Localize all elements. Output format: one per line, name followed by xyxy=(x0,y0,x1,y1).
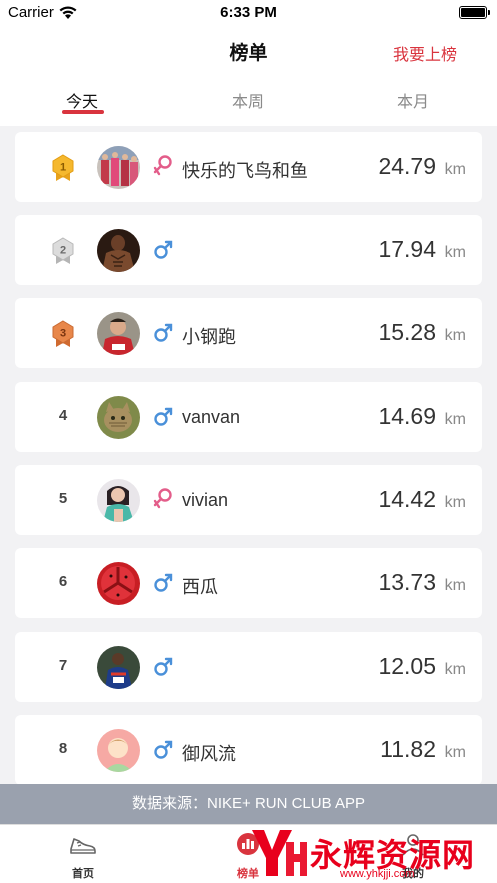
distance-value: 17.94 xyxy=(378,236,436,262)
female-icon xyxy=(153,155,172,176)
male-icon xyxy=(154,740,173,759)
male-icon xyxy=(154,407,173,426)
avatar[interactable] xyxy=(97,646,140,689)
join-leaderboard-button[interactable]: 我要上榜 xyxy=(393,41,457,65)
female-icon xyxy=(153,488,172,509)
avatar[interactable] xyxy=(97,729,140,772)
distance-unit: km xyxy=(444,744,466,761)
rank-number: 7 xyxy=(58,657,68,674)
distance-unit: km xyxy=(444,577,466,594)
distance-unit: km xyxy=(444,494,466,511)
runner-name: 西瓜 xyxy=(182,577,218,597)
avatar[interactable] xyxy=(97,229,140,272)
leaderboard-row[interactable]: 8 御风流 11.82 km xyxy=(15,715,482,784)
distance-unit: km xyxy=(444,327,466,344)
male-icon xyxy=(154,573,173,592)
bronze-medal-icon: 3 xyxy=(52,320,74,347)
runner-name: vivian xyxy=(182,490,229,510)
leaderboard-row[interactable]: 4 vanvan 14.69 km xyxy=(15,382,482,452)
leaderboard-row[interactable]: 5 vivian 14.42 km xyxy=(15,465,482,535)
runner-name: vanvan xyxy=(182,407,241,427)
watermark: 永辉资源网 www.yhkjji.com xyxy=(230,824,497,883)
battery-icon xyxy=(459,6,490,19)
tabbar-item-home[interactable]: 首页 xyxy=(43,831,123,881)
avatar[interactable] xyxy=(97,479,140,522)
rank-number: 2 xyxy=(60,245,66,257)
runner-name: 御风流 xyxy=(182,744,236,764)
active-tab-indicator xyxy=(62,110,104,114)
rank-number: 4 xyxy=(58,407,68,424)
avatar[interactable] xyxy=(97,312,140,355)
silver-medal-icon: 2 xyxy=(52,237,74,264)
shoe-icon xyxy=(70,838,96,854)
distance-value: 24.79 xyxy=(378,153,436,179)
period-tabs: 今天 本周 本月 xyxy=(0,72,497,126)
male-icon xyxy=(154,240,173,259)
leaderboard-row[interactable]: 1 快乐的飞鸟和鱼 24.79 km xyxy=(15,132,482,202)
distance-value: 15.28 xyxy=(378,319,436,345)
tab-today[interactable]: 今天 xyxy=(66,88,98,112)
status-bar: Carrier 6:33 PM xyxy=(0,0,497,26)
data-source-banner: 数据来源：NIKE+ RUN CLUB APP xyxy=(0,784,497,824)
clock: 6:33 PM xyxy=(220,4,277,21)
leaderboard-row[interactable]: 3 小钢跑 15.28 km xyxy=(15,298,482,368)
distance-unit: km xyxy=(444,161,466,178)
leaderboard-row[interactable]: 6 西瓜 13.73 km xyxy=(15,548,482,618)
rank-number: 6 xyxy=(58,573,68,590)
avatar[interactable] xyxy=(97,396,140,439)
gold-medal-icon: 1 xyxy=(52,154,74,181)
rank-number: 1 xyxy=(60,162,66,174)
rank-number: 5 xyxy=(58,490,68,507)
distance-value: 14.42 xyxy=(378,486,436,512)
distance-value: 13.73 xyxy=(378,569,436,595)
leaderboard-row[interactable]: 7 12.05 km xyxy=(15,632,482,702)
tab-month[interactable]: 本月 xyxy=(397,88,429,112)
leaderboard-row[interactable]: 2 17.94 km xyxy=(15,215,482,285)
distance-unit: km xyxy=(444,411,466,428)
runner-name: 快乐的飞鸟和鱼 xyxy=(182,161,308,181)
distance-unit: km xyxy=(444,244,466,261)
distance-value: 14.69 xyxy=(378,403,436,429)
male-icon xyxy=(154,657,173,676)
watermark-url: www.yhkjji.com xyxy=(340,868,415,880)
rank-number: 8 xyxy=(58,740,68,757)
distance-unit: km xyxy=(444,661,466,678)
runner-name: 小钢跑 xyxy=(182,327,236,347)
tab-week[interactable]: 本周 xyxy=(232,88,264,112)
avatar[interactable] xyxy=(97,562,140,605)
nav-bar: 榜单 我要上榜 xyxy=(0,26,497,72)
rank-number: 3 xyxy=(60,328,66,340)
avatar[interactable] xyxy=(97,146,140,189)
male-icon xyxy=(154,323,173,342)
leaderboard-list[interactable]: 1 快乐的飞鸟和鱼 24.79 km 2 17.94 km 3 小钢跑 15.2… xyxy=(0,126,497,784)
distance-value: 12.05 xyxy=(378,653,436,679)
tabbar-label-home: 首页 xyxy=(72,868,94,880)
watermark-logo xyxy=(252,830,307,876)
distance-value: 11.82 xyxy=(380,736,436,762)
